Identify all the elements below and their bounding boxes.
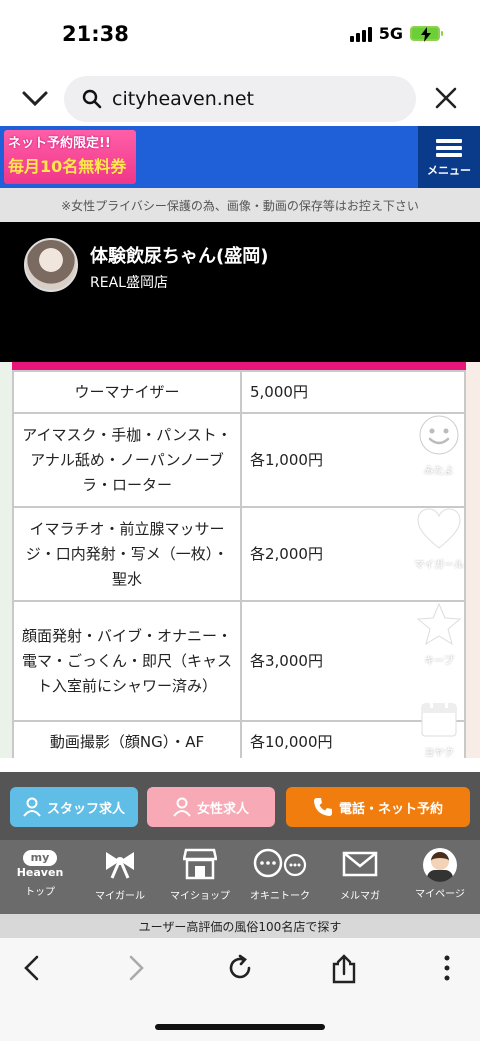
tab-myshop[interactable]: マイショップ bbox=[160, 848, 240, 902]
tab-mailmag[interactable]: メルマガ bbox=[320, 848, 400, 902]
more-vertical-icon[interactable] bbox=[442, 954, 452, 986]
url-text: cityheaven.net bbox=[112, 88, 254, 110]
tab-okini-talk[interactable]: オキニトーク bbox=[240, 848, 320, 902]
user-avatar-icon bbox=[423, 848, 457, 882]
tab-okini-talk-label: オキニトーク bbox=[250, 891, 310, 902]
table-row: ウーマナイザー 5,000円 bbox=[12, 370, 466, 414]
staff-recruit-label: スタッフ求人 bbox=[46, 801, 125, 817]
back-icon[interactable] bbox=[22, 954, 42, 986]
tab-mypage[interactable]: マイページ bbox=[400, 848, 480, 900]
promo-banner[interactable]: ネット予約限定!! 毎月10名無料券 bbox=[4, 130, 136, 184]
left-margin bbox=[0, 362, 12, 758]
heart-icon bbox=[417, 508, 461, 549]
tab-top[interactable]: my Heaven トップ bbox=[0, 848, 80, 898]
keep-label: キープ bbox=[424, 656, 454, 667]
network-type: 5G bbox=[378, 24, 403, 43]
myheaven-logo-icon: my Heaven bbox=[14, 850, 66, 880]
calendar-icon bbox=[421, 700, 457, 737]
option-name: 動画撮影（顔NG）・AF bbox=[12, 720, 242, 758]
promo-line-2: 毎月10名無料券 bbox=[8, 157, 127, 176]
browser-toolbar bbox=[0, 938, 480, 1041]
shop-icon bbox=[182, 848, 218, 880]
keep-button[interactable]: キープ bbox=[406, 602, 472, 667]
tab-top-label: トップ bbox=[25, 887, 55, 898]
search-icon bbox=[82, 89, 102, 109]
option-price: 5,000円 bbox=[240, 370, 466, 414]
mitayo-label: みたよ bbox=[424, 466, 454, 477]
tab-mailmag-label: メルマガ bbox=[340, 891, 380, 902]
yoyaku-label: ヨヤク bbox=[424, 748, 454, 759]
options-table: ウーマナイザー 5,000円 アイマスク・手枷・パンスト・アナル舐め・ノーパンノ… bbox=[12, 370, 466, 758]
option-name: アイマスク・手枷・パンスト・アナル舐め・ノーパンノーブラ・ローター bbox=[12, 412, 242, 508]
site-header-banner: ネット予約限定!! 毎月10名無料券 メニュー bbox=[0, 126, 480, 188]
girl-name: 体験飲尿ちゃん(盛岡) bbox=[90, 246, 269, 267]
table-row: イマラチオ・前立腺マッサージ・口内発射・写メ（一枚）・聖水 各2,000円 bbox=[12, 506, 466, 602]
mitayo-button[interactable]: みたよ bbox=[406, 414, 472, 477]
share-icon[interactable] bbox=[331, 954, 357, 988]
address-bar[interactable]: cityheaven.net bbox=[64, 76, 416, 122]
mygirl-fab-button[interactable]: マイガール bbox=[406, 508, 472, 571]
logo-line-1: my bbox=[23, 850, 57, 866]
reload-icon[interactable] bbox=[226, 954, 254, 986]
table-row: 動画撮影（顔NG）・AF 各10,000円 bbox=[12, 720, 466, 758]
ranking-link[interactable]: ユーザー高評価の風俗100名店で探す bbox=[0, 914, 480, 938]
tab-mygirl-label: マイガール bbox=[95, 891, 145, 902]
call-reserve-button[interactable]: 電話・ネット予約 bbox=[286, 787, 470, 827]
menu-label: メニュー bbox=[427, 164, 471, 177]
person-icon bbox=[173, 797, 191, 817]
female-recruit-button[interactable]: 女性求人 bbox=[147, 787, 275, 827]
privacy-notice: ※女性プライバシー保護の為、画像・動画の保存等はお控え下さい bbox=[0, 188, 480, 222]
star-icon bbox=[416, 602, 462, 646]
home-indicator bbox=[155, 1024, 325, 1030]
yoyaku-button[interactable]: ヨヤク bbox=[406, 698, 472, 759]
hamburger-icon bbox=[436, 136, 462, 160]
tab-mygirl[interactable]: マイガール bbox=[80, 848, 160, 902]
profile-header: 体験飲尿ちゃん(盛岡) REAL盛岡店 bbox=[0, 222, 480, 362]
mygirl-fab-label: マイガール bbox=[414, 560, 464, 571]
option-name: イマラチオ・前立腺マッサージ・口内発射・写メ（一枚）・聖水 bbox=[12, 506, 242, 602]
table-row: アイマスク・手枷・パンスト・アナル舐め・ノーパンノーブラ・ローター 各1,000… bbox=[12, 412, 466, 508]
browser-url-row: cityheaven.net bbox=[0, 72, 480, 126]
menu-button[interactable]: メニュー bbox=[418, 126, 480, 188]
smile-icon bbox=[419, 415, 459, 455]
close-icon[interactable] bbox=[434, 86, 458, 114]
female-recruit-label: 女性求人 bbox=[196, 801, 249, 817]
chat-bubbles-icon bbox=[253, 848, 307, 878]
option-name: 顔面発射・バイブ・オナニー・電マ・ごっくん・即尺（キャスト入室前にシャワー済み） bbox=[12, 600, 242, 722]
call-reserve-label: 電話・ネット予約 bbox=[338, 801, 443, 817]
phone-icon bbox=[313, 798, 332, 816]
mail-icon bbox=[342, 851, 378, 877]
forward-icon[interactable] bbox=[126, 954, 146, 986]
battery-charging-icon bbox=[410, 26, 443, 42]
chevron-down-icon[interactable] bbox=[20, 84, 50, 116]
status-bar: 21:38 5G bbox=[0, 0, 480, 72]
shop-name[interactable]: REAL盛岡店 bbox=[90, 272, 168, 292]
ribbon-icon bbox=[106, 852, 134, 879]
status-indicators: 5G bbox=[349, 24, 443, 43]
status-time: 21:38 bbox=[62, 22, 129, 46]
person-icon bbox=[23, 797, 41, 817]
option-name: ウーマナイザー bbox=[12, 370, 242, 414]
bottom-tab-bar: my Heaven トップ マイガール マイショップ オキニトーク メルマガ マ… bbox=[0, 840, 480, 914]
cta-bar: スタッフ求人 女性求人 電話・ネット予約 bbox=[0, 772, 480, 840]
avatar[interactable] bbox=[24, 238, 78, 292]
tab-mypage-label: マイページ bbox=[415, 889, 465, 900]
section-rule bbox=[12, 362, 466, 370]
promo-line-1: ネット予約限定!! bbox=[8, 136, 111, 151]
staff-recruit-button[interactable]: スタッフ求人 bbox=[10, 787, 138, 827]
logo-line-2: Heaven bbox=[16, 866, 64, 879]
signal-icon bbox=[349, 26, 372, 42]
tab-myshop-label: マイショップ bbox=[170, 891, 230, 902]
table-row: 顔面発射・バイブ・オナニー・電マ・ごっくん・即尺（キャスト入室前にシャワー済み）… bbox=[12, 600, 466, 722]
